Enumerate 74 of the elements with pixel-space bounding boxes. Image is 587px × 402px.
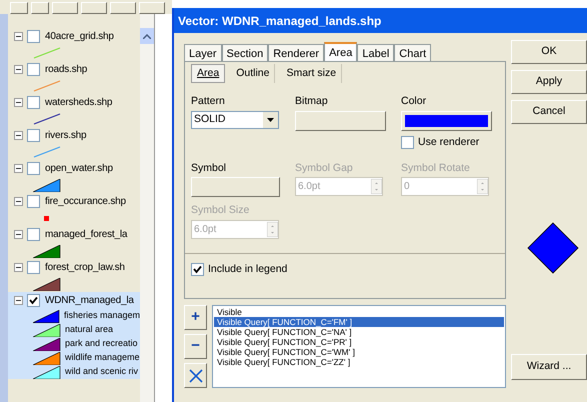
class-name: wild and scenic riv (65, 365, 138, 378)
tab[interactable]: Section (222, 44, 268, 61)
scrollbar[interactable] (140, 14, 154, 402)
pattern-dropdown[interactable]: SOLID (191, 110, 279, 129)
dialog-title: Vector: WDNR_managed_lands.shp (174, 8, 587, 33)
collapse-icon[interactable] (14, 263, 23, 272)
tab[interactable]: Layer (184, 44, 222, 61)
layer-name: 40acre_grid.shp (45, 30, 114, 44)
collapse-icon[interactable] (14, 98, 23, 107)
bitmap-button[interactable] (295, 110, 386, 131)
tab[interactable]: Label (357, 44, 394, 61)
layer-name: managed_forest_la (45, 228, 128, 242)
scroll-up-icon[interactable] (140, 28, 154, 44)
field-label: Symbol Size (191, 203, 250, 218)
layer-name: roads.shp (45, 63, 88, 77)
checkbox[interactable] (27, 195, 40, 208)
class-name: natural area (65, 323, 114, 336)
class-name: fisheries managem (64, 309, 140, 322)
subtab[interactable]: Outline (231, 64, 276, 83)
field-label: Color (401, 94, 428, 109)
layer-name: forest_crop_law.sh (45, 261, 125, 275)
layer-name: rivers.shp (45, 129, 86, 143)
checkbox[interactable] (27, 228, 40, 241)
checkbox[interactable] (27, 30, 40, 43)
dialog-button[interactable]: Apply (511, 70, 587, 94)
query-item[interactable]: Visible Query[ FUNCTION_C='FM' ] (214, 317, 504, 327)
field-label: Symbol Gap (295, 160, 354, 176)
query-item[interactable]: Visible Query[ FUNCTION_C='WM' ] (214, 347, 504, 357)
checkbox[interactable] (27, 294, 40, 307)
color-button[interactable] (401, 110, 492, 131)
layer-name: fire_occurance.shp (45, 195, 126, 209)
diamond-symbol-preview (527, 222, 579, 274)
checkbox[interactable] (401, 136, 414, 150)
query-item[interactable]: Visible Query[ FUNCTION_C='PR' ] (214, 337, 504, 347)
collapse-icon[interactable] (14, 296, 23, 305)
query-item[interactable]: Visible (214, 307, 504, 317)
collapse-icon[interactable] (14, 230, 23, 239)
checkbox[interactable] (27, 129, 40, 142)
close-icon (188, 368, 202, 382)
subtab[interactable]: Smart size (281, 64, 342, 83)
layer-name: open_water.shp (45, 162, 113, 176)
class-name: park and recreatio (65, 337, 138, 350)
checkbox-label: Include in legend (208, 262, 288, 277)
query-item[interactable]: Visible Query[ FUNCTION_C='NA' ] (214, 327, 504, 337)
checkbox[interactable] (27, 96, 40, 109)
collapse-icon[interactable] (14, 65, 23, 74)
list-button[interactable]: − (184, 334, 207, 359)
collapse-icon[interactable] (14, 131, 23, 140)
checkbox[interactable] (191, 263, 204, 276)
checkbox[interactable] (27, 261, 40, 274)
collapse-icon[interactable] (14, 32, 23, 41)
collapse-icon[interactable] (14, 164, 23, 173)
dialog-button[interactable]: Cancel (511, 100, 587, 124)
dialog-button[interactable]: OK (511, 40, 587, 64)
field-label: Symbol Rotate (401, 160, 471, 176)
checkbox[interactable] (27, 63, 40, 76)
field-label: Bitmap (295, 94, 329, 109)
tab[interactable]: Area (324, 42, 358, 61)
checkbox-label: Use renderer (418, 134, 480, 150)
list-button[interactable]: + (184, 305, 207, 330)
tab[interactable]: Chart (394, 44, 432, 61)
checkbox[interactable] (27, 162, 40, 175)
class-name: wildlife manageme (65, 351, 140, 364)
field-label: Symbol (191, 160, 228, 176)
delete-button[interactable] (184, 363, 207, 388)
layer-name: WDNR_managed_la (45, 294, 134, 308)
tab[interactable]: Renderer (268, 44, 324, 61)
subtab[interactable]: Area (191, 64, 226, 83)
query-item[interactable]: Visible Query[ FUNCTION_C='ZZ' ] (214, 357, 504, 367)
wizard-button[interactable]: Wizard ... (511, 354, 587, 380)
layer-name: watersheds.shp (45, 96, 112, 110)
field-label: Pattern (191, 94, 226, 109)
symbol-button[interactable] (191, 177, 280, 198)
collapse-icon[interactable] (14, 197, 23, 206)
